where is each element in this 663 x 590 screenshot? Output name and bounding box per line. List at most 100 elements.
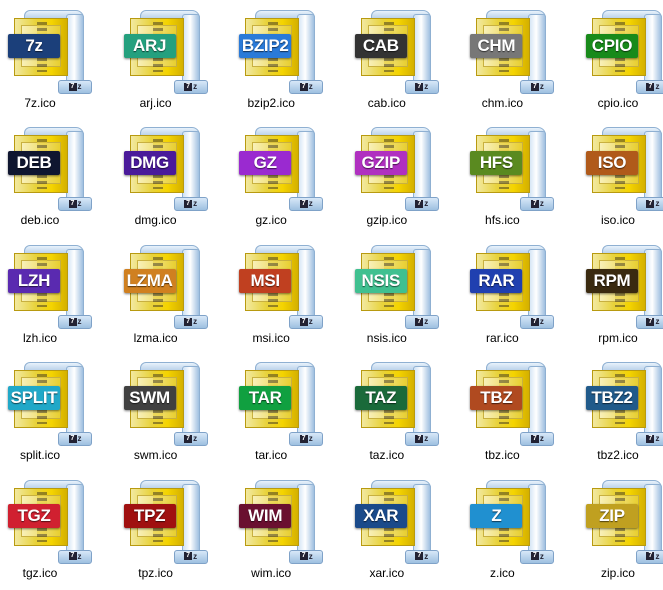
file-name-label: wim.ico [251, 565, 292, 580]
clamp-icon-part [181, 366, 200, 439]
file-item[interactable]: NSIS 7z nsis.ico [347, 235, 462, 352]
format-badge: GZIP [354, 151, 407, 176]
file-item[interactable]: GZ 7z gz.ico [231, 117, 346, 234]
file-name-label: bzip2.ico [247, 96, 295, 110]
7z-mini-badge: 7z [289, 80, 324, 94]
file-item[interactable]: XAR 7z xar.ico [347, 470, 462, 587]
7z-mini-badge: 7z [520, 549, 555, 564]
file-item[interactable]: ARJ 7z arj.ico [116, 0, 231, 117]
file-item[interactable]: WIM 7z wim.ico [231, 470, 346, 587]
clamp-icon-part [181, 248, 200, 321]
7z-mini-badge: 7z [58, 197, 92, 212]
archive-file-icon: ARJ 7z [123, 6, 208, 94]
archive-file-icon: LZMA 7z [123, 241, 208, 329]
file-item[interactable]: LZH 7z lzh.ico [0, 235, 115, 352]
7z-mini-badge: 7z [289, 432, 324, 447]
file-name-label: arj.ico [139, 96, 172, 110]
file-item[interactable]: CPIO 7z cpio.ico [578, 0, 663, 117]
file-name-label: tar.ico [255, 448, 288, 463]
file-name-label: cab.ico [367, 96, 406, 110]
file-item[interactable]: DMG 7z dmg.ico [116, 117, 231, 234]
file-item[interactable]: TAZ 7z taz.ico [347, 352, 462, 469]
file-name-label: gz.ico [255, 213, 287, 228]
file-item[interactable]: CHM 7z chm.ico [462, 0, 577, 117]
clamp-icon-part [412, 483, 431, 556]
format-badge: SPLIT [8, 386, 60, 411]
format-badge: DEB [8, 151, 60, 176]
file-name-label: tpz.ico [138, 565, 173, 580]
file-name-label: lzma.ico [133, 330, 178, 345]
format-badge: 7z [8, 34, 60, 58]
file-name-label: split.ico [19, 448, 60, 463]
file-name-label: swm.ico [133, 448, 178, 463]
file-item[interactable]: RPM 7z rpm.ico [578, 235, 663, 352]
clamp-icon-part [297, 131, 316, 204]
file-item[interactable]: 7z 7z 7z.ico [0, 0, 115, 117]
7z-mini-badge: 7z [173, 314, 208, 329]
file-item[interactable]: HFS 7z hfs.ico [462, 117, 577, 234]
file-item[interactable]: BZIP2 7z bzip2.ico [231, 0, 346, 117]
file-name-label: gzip.ico [366, 213, 408, 228]
file-item[interactable]: TGZ 7z tgz.ico [0, 470, 115, 587]
format-badge: Z [470, 503, 523, 528]
format-badge: GZ [239, 151, 292, 176]
format-badge: BZIP2 [239, 34, 292, 58]
format-badge: ZIP [585, 503, 638, 528]
file-name-label: deb.ico [20, 213, 60, 228]
file-item[interactable]: DEB 7z deb.ico [0, 117, 115, 234]
file-item[interactable]: CAB 7z cab.ico [347, 0, 462, 117]
file-name-label: hfs.ico [485, 213, 520, 228]
file-item[interactable]: SWM 7z swm.ico [116, 352, 231, 469]
file-item[interactable]: TBZ 7z tbz.ico [462, 352, 577, 469]
file-item[interactable]: TBZ2 7z tbz2.ico [578, 352, 663, 469]
file-item[interactable]: RAR 7z rar.ico [462, 235, 577, 352]
clamp-icon-part [528, 483, 547, 556]
archive-file-icon: DMG 7z [123, 123, 208, 212]
file-name-label: tbz.ico [485, 448, 520, 463]
7z-mini-badge: 7z [520, 80, 555, 94]
archive-file-icon: ZIP 7z [585, 476, 663, 564]
format-badge: TPZ [123, 503, 176, 528]
archive-file-icon: NSIS 7z [354, 241, 439, 329]
clamp-icon-part [528, 248, 547, 321]
clamp-icon-part [297, 248, 316, 321]
7z-mini-badge: 7z [520, 432, 555, 447]
file-item[interactable]: GZIP 7z gzip.ico [347, 117, 462, 234]
format-badge: CHM [470, 34, 523, 58]
format-badge: TGZ [8, 503, 60, 528]
file-icon-grid: 7z 7z 7z.ico ARJ 7z arj.ico BZIP2 7z bzi… [0, 0, 663, 587]
archive-file-icon: TBZ2 7z [585, 358, 663, 447]
archive-file-icon: TAR 7z [239, 358, 324, 447]
archive-file-icon: CHM 7z [470, 6, 555, 94]
clamp-icon-part [66, 14, 84, 86]
format-badge: RPM [585, 268, 638, 293]
file-name-label: lzh.ico [22, 330, 57, 345]
file-item[interactable]: LZMA 7z lzma.ico [116, 235, 231, 352]
clamp-icon-part [643, 131, 662, 204]
file-item[interactable]: TAR 7z tar.ico [231, 352, 346, 469]
clamp-icon-part [297, 14, 316, 86]
file-item[interactable]: Z 7z z.ico [462, 470, 577, 587]
7z-mini-badge: 7z [58, 80, 92, 94]
file-name-label: tbz2.ico [597, 448, 639, 463]
clamp-icon-part [643, 366, 662, 439]
file-item[interactable]: ISO 7z iso.ico [578, 117, 663, 234]
clamp-icon-part [643, 14, 662, 86]
file-item[interactable]: MSI 7z msi.ico [231, 235, 346, 352]
format-badge: TAZ [354, 386, 407, 411]
format-badge: CAB [354, 34, 407, 58]
format-badge: XAR [354, 503, 407, 528]
file-item[interactable]: ZIP 7z zip.ico [578, 470, 663, 587]
archive-file-icon: TGZ 7z [8, 476, 92, 564]
file-name-label: zip.ico [600, 565, 635, 580]
file-item[interactable]: SPLIT 7z split.ico [0, 352, 115, 469]
7z-mini-badge: 7z [173, 432, 208, 447]
file-item[interactable]: TPZ 7z tpz.ico [116, 470, 231, 587]
format-badge: LZH [8, 268, 60, 293]
clamp-icon-part [412, 14, 431, 86]
archive-file-icon: CPIO 7z [585, 6, 663, 94]
archive-file-icon: CAB 7z [354, 6, 439, 94]
7z-mini-badge: 7z [404, 314, 439, 329]
clamp-icon-part [181, 131, 200, 204]
clamp-icon-part [181, 483, 200, 556]
